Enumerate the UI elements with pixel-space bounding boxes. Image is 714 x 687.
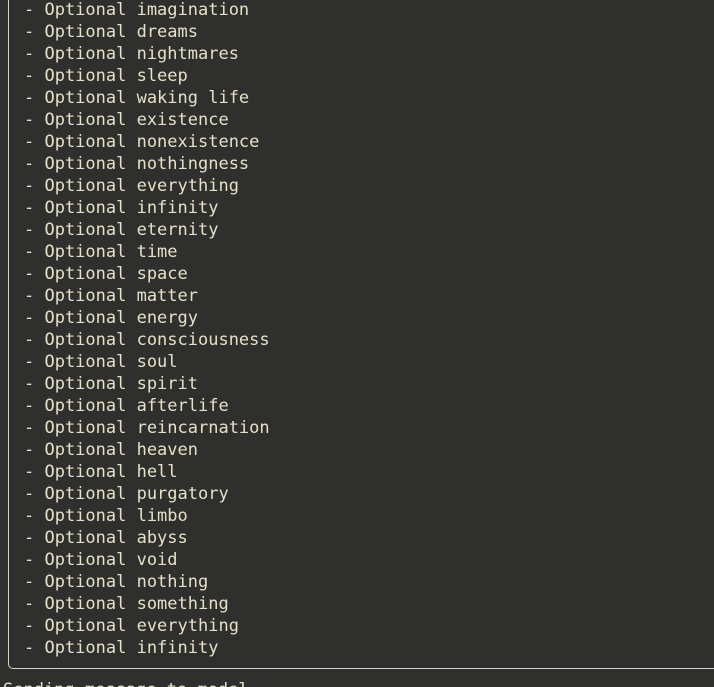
list-item: - Optional time [24, 242, 178, 262]
list-item: - Optional spirit [24, 374, 198, 394]
list-item: - Optional nightmares [24, 44, 239, 64]
list-item: - Optional infinity [24, 638, 219, 658]
list-item: - Optional space [24, 264, 188, 284]
list-item: - Optional nothingness [24, 154, 250, 174]
list-item: - Optional imagination [24, 0, 250, 20]
list-item: - Optional hell [24, 462, 178, 482]
output-list: - Optional imagination - Optional dreams… [24, 0, 270, 659]
list-item: - Optional waking life [24, 88, 250, 108]
list-item: - Optional heaven [24, 440, 198, 460]
list-item: - Optional eternity [24, 220, 219, 240]
list-item: - Optional something [24, 594, 229, 614]
list-item: - Optional infinity [24, 198, 219, 218]
list-item: - Optional nothing [24, 572, 209, 592]
list-item: - Optional dreams [24, 22, 198, 42]
list-item: - Optional limbo [24, 506, 188, 526]
list-item: - Optional existence [24, 110, 229, 130]
list-item: - Optional everything [24, 176, 239, 196]
status-message: Sending message to model... [3, 679, 279, 687]
list-item: - Optional consciousness [24, 330, 270, 350]
list-item: - Optional nonexistence [24, 132, 260, 152]
list-item: - Optional sleep [24, 66, 188, 86]
list-item: - Optional everything [24, 616, 239, 636]
list-item: - Optional soul [24, 352, 178, 372]
list-item: - Optional energy [24, 308, 198, 328]
list-item: - Optional abyss [24, 528, 188, 548]
list-item: - Optional matter [24, 286, 198, 306]
list-item: - Optional reincarnation [24, 418, 270, 438]
list-item: - Optional afterlife [24, 396, 229, 416]
list-item: - Optional void [24, 550, 178, 570]
list-item: - Optional purgatory [24, 484, 229, 504]
